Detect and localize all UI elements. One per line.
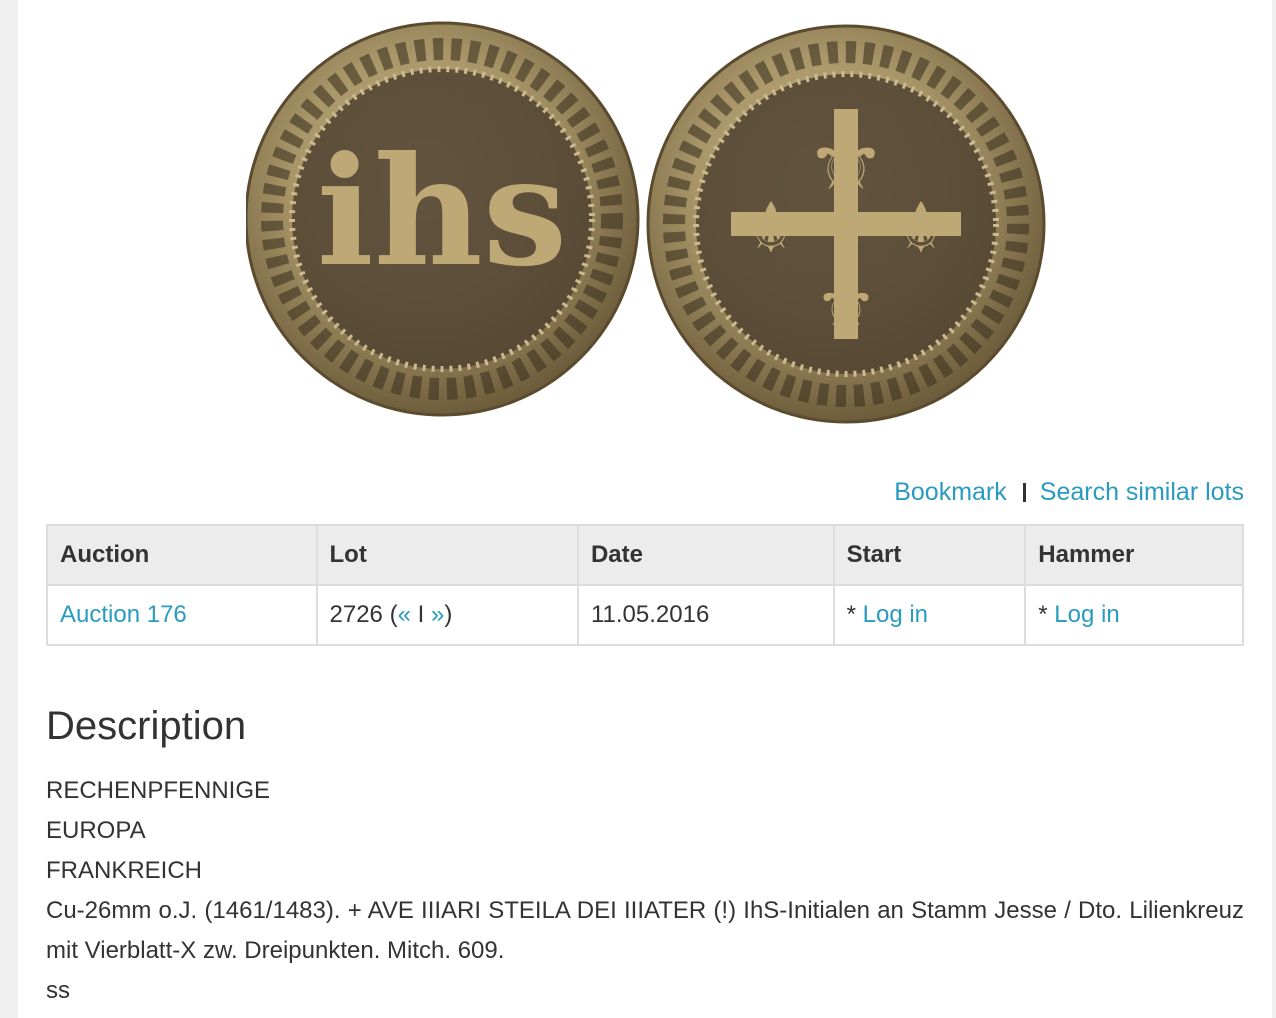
coin-image[interactable]: ihs ⚜ ⚜ ⚜ ⚜ bbox=[246, 14, 1046, 424]
start-login-link[interactable]: Log in bbox=[863, 601, 928, 628]
lot-actions: Bookmark Search similar lots bbox=[894, 476, 1244, 508]
description-text: Cu-26mm o.J. (1461/1483). + AVE IIIARI S… bbox=[46, 897, 1244, 964]
svg-text:⚜: ⚜ bbox=[815, 264, 878, 346]
description-category-3: FRANKREICH bbox=[46, 857, 203, 884]
table-header-row: Auction Lot Date Start Hammer bbox=[46, 524, 1244, 586]
hammer-prefix: * bbox=[1038, 601, 1055, 628]
header-auction: Auction bbox=[46, 524, 318, 586]
next-lot-link[interactable]: » bbox=[431, 601, 444, 628]
svg-text:⚜: ⚜ bbox=[740, 187, 803, 269]
table-row: Auction 176 2726 (« I ») 11.05.2016 * Lo… bbox=[46, 584, 1244, 646]
description-grade: ss bbox=[46, 977, 70, 1004]
lot-info-table: Auction Lot Date Start Hammer Auction 17… bbox=[46, 524, 1244, 646]
header-lot: Lot bbox=[315, 524, 579, 586]
lot-number: 2726 bbox=[329, 601, 383, 628]
description-heading: Description bbox=[46, 704, 247, 748]
header-start: Start bbox=[832, 524, 1027, 586]
coin-reverse: ⚜ ⚜ ⚜ ⚜ bbox=[646, 24, 1046, 424]
description-body: RECHENPFENNIGE EUROPA FRANKREICH Cu-26mm… bbox=[46, 771, 1244, 1011]
hammer-login-link[interactable]: Log in bbox=[1054, 601, 1119, 628]
header-hammer: Hammer bbox=[1024, 524, 1244, 586]
auction-link[interactable]: Auction 176 bbox=[60, 601, 187, 628]
cell-date: 11.05.2016 bbox=[576, 584, 835, 646]
previous-lot-link[interactable]: « bbox=[398, 601, 411, 628]
bookmark-link[interactable]: Bookmark bbox=[894, 478, 1007, 506]
description-category-2: EUROPA bbox=[46, 817, 146, 844]
cell-lot: 2726 (« I ») bbox=[315, 584, 579, 646]
lot-nav-separator: I bbox=[417, 601, 425, 628]
start-prefix: * bbox=[846, 601, 863, 628]
header-date: Date bbox=[576, 524, 835, 586]
svg-text:ihs: ihs bbox=[317, 124, 568, 300]
coin-obverse: ihs bbox=[246, 21, 640, 417]
separator bbox=[1022, 483, 1026, 502]
cell-start: * Log in bbox=[832, 584, 1027, 646]
search-similar-lots-link[interactable]: Search similar lots bbox=[1040, 478, 1244, 506]
svg-text:⚜: ⚜ bbox=[806, 111, 887, 216]
cell-hammer: * Log in bbox=[1024, 584, 1244, 646]
description-category-1: RECHENPFENNIGE bbox=[46, 777, 271, 804]
cell-auction: Auction 176 bbox=[46, 584, 318, 646]
svg-text:⚜: ⚜ bbox=[890, 187, 953, 269]
page: ihs ⚜ ⚜ ⚜ ⚜ Bookmark Search similar lots bbox=[18, 0, 1272, 1018]
